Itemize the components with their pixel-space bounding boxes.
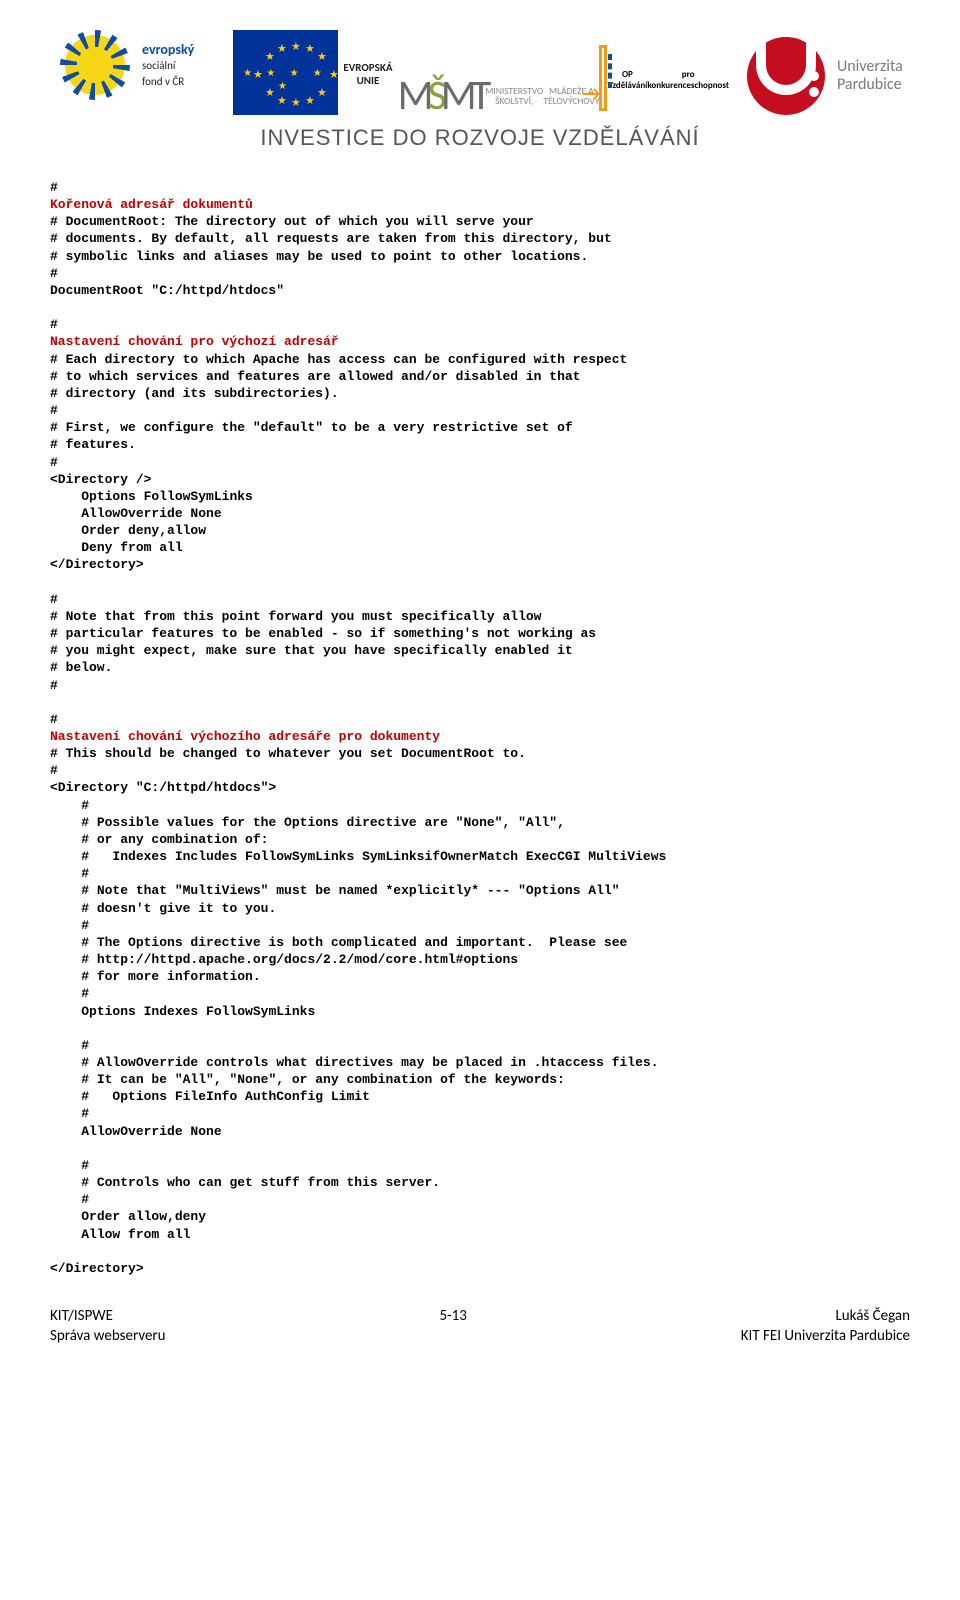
section-heading-2: Nastavení chování pro výchozí adresář (50, 334, 339, 349)
page: evropský sociální fond v ČR EVROPSKÁ UNI… (0, 0, 960, 1376)
op-square-icon (599, 45, 607, 111)
uni-disc-icon (747, 37, 825, 115)
msmt-line1: MINISTERSTVO ŠKOLSTVÍ, (485, 86, 543, 107)
msmt-glyph-icon: MŠMT (398, 77, 486, 115)
esf-logo: evropský sociální fond v ČR (50, 20, 215, 115)
op-logo: OP Vzdělávání pro konkurenceschopnost (599, 45, 729, 115)
section-body-1: # DocumentRoot: The directory out of whi… (50, 214, 612, 298)
footer-center: 5-13 (439, 1307, 466, 1346)
footer-right1: Lukáš Čegan (835, 1307, 910, 1325)
section-body-2: # Each directory to which Apache has acc… (50, 352, 627, 693)
footer-right2: KIT FEI Univerzita Pardubice (741, 1327, 910, 1345)
op-line2: pro konkurenceschopnost (647, 69, 729, 91)
uni-line2: Pardubice (837, 76, 903, 94)
esf-burst-icon (50, 20, 140, 110)
footer-right: Lukáš Čegan KIT FEI Univerzita Pardubice (741, 1307, 910, 1346)
esf-title: evropský (142, 41, 194, 58)
eu-caption: EVROPSKÁ UNIE (338, 61, 398, 87)
uni-logo: Univerzita Pardubice (747, 37, 903, 115)
section-body-3: # This should be changed to whatever you… (50, 746, 666, 1276)
footer-left: KIT/ISPWE Správa webserveru (50, 1307, 166, 1346)
section-heading-1: Kořenová adresář dokumentů (50, 197, 253, 212)
msmt-logo: MŠMT MINISTERSTVO ŠKOLSTVÍ, MLÁDEŽE A TĚ… (416, 77, 581, 115)
footer-left2: Správa webserveru (50, 1327, 166, 1345)
section-heading-3: Nastavení chování výchozího adresáře pro… (50, 729, 440, 744)
uni-line1: Univerzita (837, 58, 903, 76)
eu-logo: EVROPSKÁ UNIE (233, 30, 398, 115)
op-line1: OP Vzdělávání (607, 69, 647, 91)
esf-sub1: sociální (142, 59, 175, 72)
header-logos: evropský sociální fond v ČR EVROPSKÁ UNI… (50, 20, 910, 115)
uni-text: Univerzita Pardubice (837, 58, 903, 93)
config-code: # Kořenová adresář dokumentů # DocumentR… (50, 179, 910, 1277)
esf-text: evropský sociální fond v ČR (142, 42, 194, 88)
banner-text: INVESTICE DO ROZVOJE VZDĚLÁVÁNÍ (50, 125, 910, 151)
footer-left1: KIT/ISPWE (50, 1307, 113, 1325)
eu-flag-icon (233, 30, 338, 115)
esf-sub2: fond v ČR (142, 75, 184, 88)
footer: KIT/ISPWE Správa webserveru 5-13 Lukáš Č… (50, 1307, 910, 1346)
